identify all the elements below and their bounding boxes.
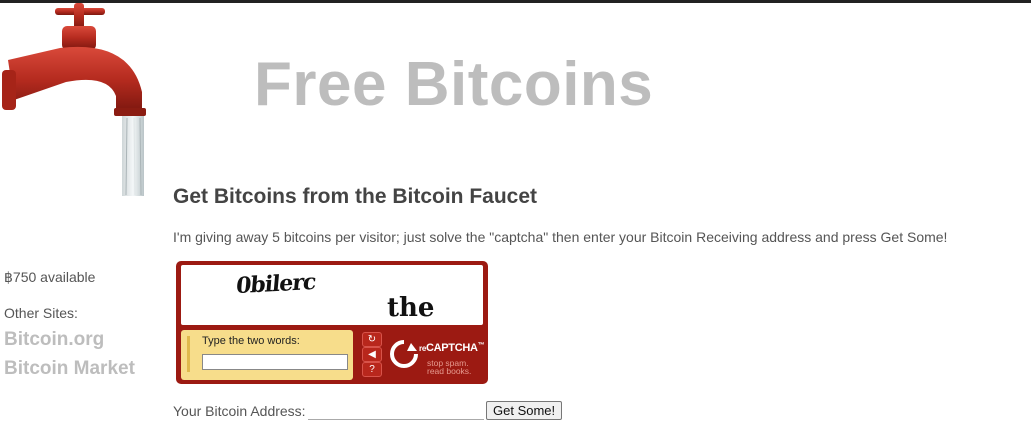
available-balance: ฿750 available bbox=[4, 269, 96, 285]
brand-name: CAPTCHA bbox=[425, 342, 478, 354]
site-title: Free Bitcoins bbox=[254, 50, 654, 119]
brand-tm: ™ bbox=[477, 342, 485, 349]
page-heading: Get Bitcoins from the Bitcoin Faucet bbox=[173, 185, 538, 208]
brand-prefix: re bbox=[419, 344, 426, 353]
help-icon[interactable]: ? bbox=[362, 362, 382, 377]
intro-text: I'm giving away 5 bitcoins per visitor; … bbox=[173, 229, 948, 245]
audio-icon[interactable]: ◀ bbox=[362, 347, 382, 362]
captcha-word-2: the bbox=[387, 293, 435, 323]
other-sites-label: Other Sites: bbox=[4, 305, 78, 321]
captcha-input-panel: Type the two words: bbox=[181, 330, 353, 380]
link-bitcoin-market[interactable]: Bitcoin Market bbox=[4, 357, 135, 381]
faucet-image bbox=[2, 3, 146, 196]
link-bitcoin-org[interactable]: Bitcoin.org bbox=[4, 328, 104, 352]
input-accent-bar bbox=[187, 336, 190, 372]
recaptcha-wordmark: reCAPTCHA™ bbox=[419, 342, 485, 354]
captcha-prompt: Type the two words: bbox=[202, 335, 300, 347]
refresh-icon[interactable]: ↻ bbox=[362, 332, 382, 347]
recaptcha-widget: 0bilerc the Type the two words: ↻ ◀ ? re… bbox=[176, 261, 488, 384]
captcha-word-1: 0bilerc bbox=[234, 268, 317, 300]
get-some-button[interactable]: Get Some! bbox=[486, 401, 563, 420]
recaptcha-logo: reCAPTCHA™ stop spam. read books. bbox=[389, 333, 485, 379]
recaptcha-tagline: stop spam. read books. bbox=[427, 358, 472, 376]
recaptcha-circle-icon bbox=[390, 340, 418, 368]
captcha-image: 0bilerc the bbox=[181, 265, 483, 325]
bitcoin-address-input[interactable] bbox=[308, 401, 484, 420]
address-label: Your Bitcoin Address: bbox=[173, 403, 306, 419]
captcha-response-input[interactable] bbox=[202, 354, 348, 370]
